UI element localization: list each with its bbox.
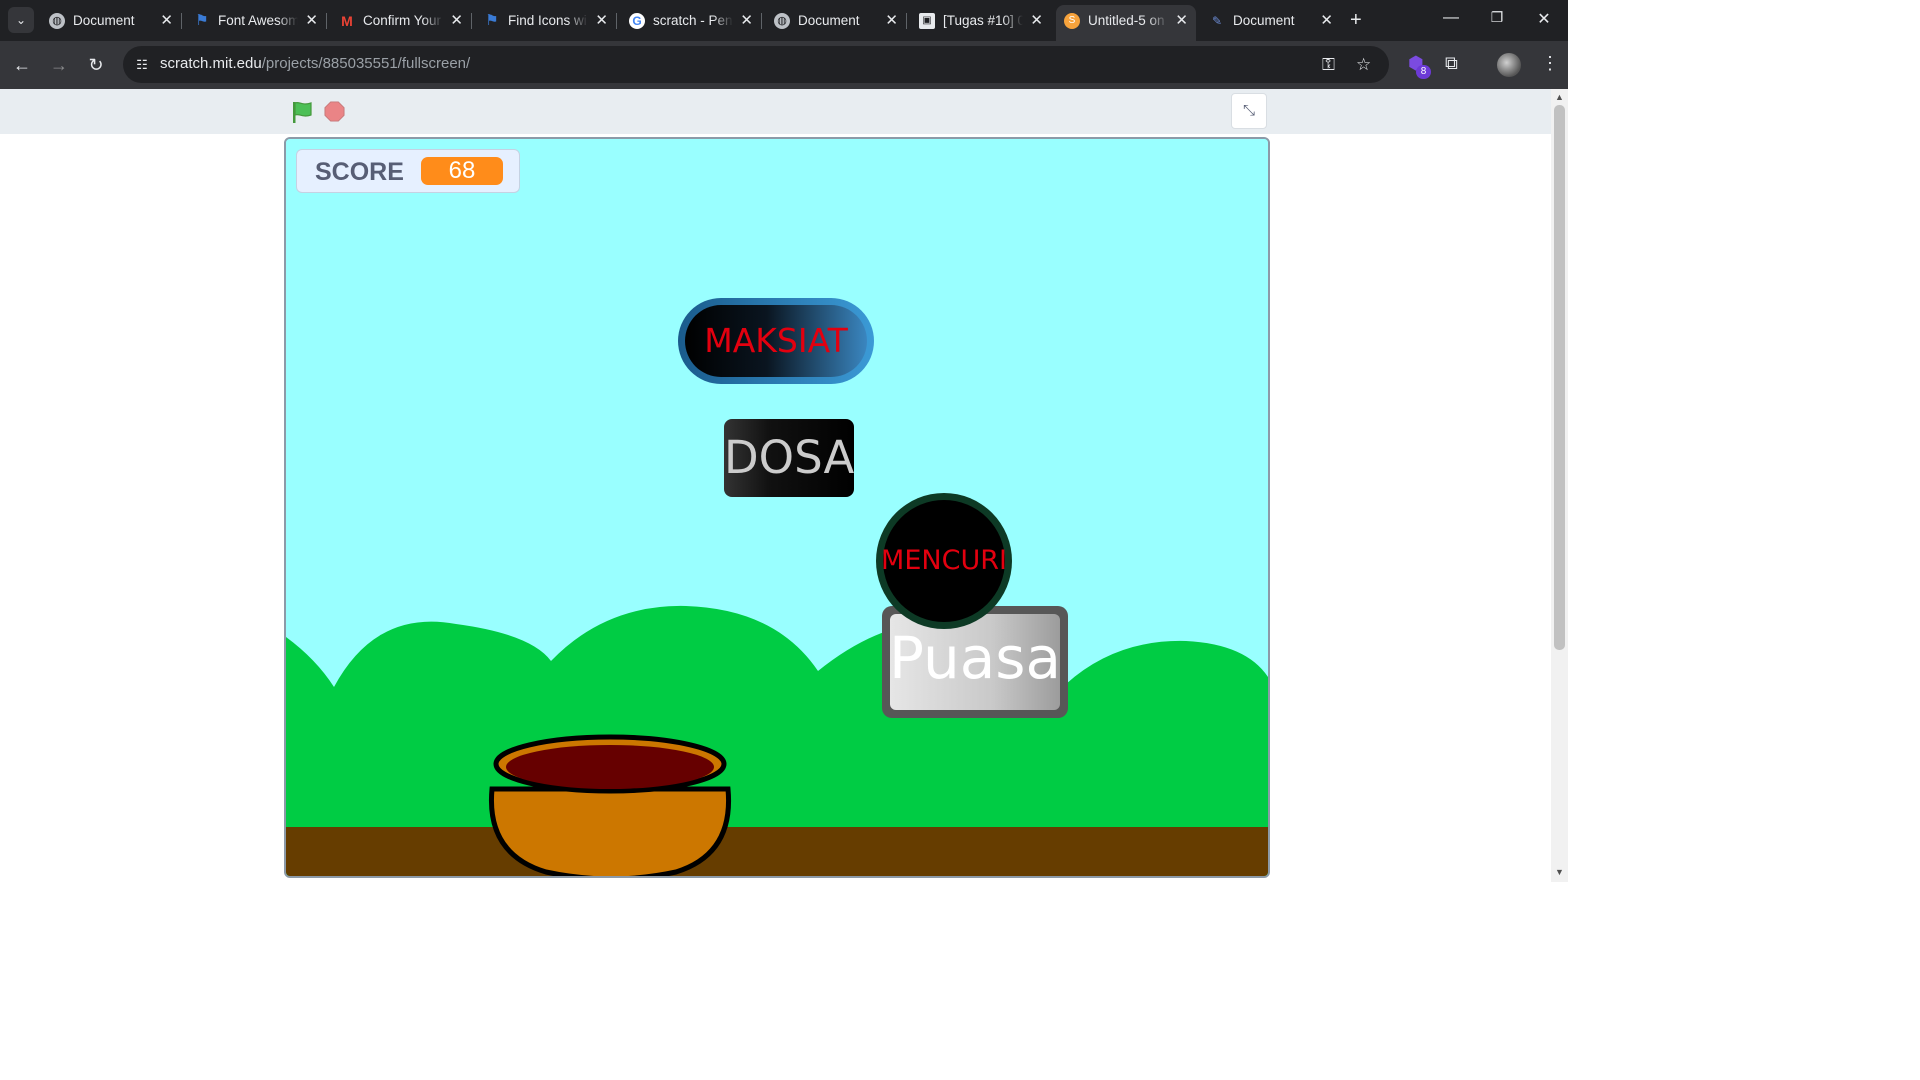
stage-backdrop bbox=[286, 139, 1268, 876]
unfullscreen-icon: ⤡ bbox=[1242, 102, 1255, 119]
extension-badge: 8 bbox=[1416, 65, 1431, 79]
close-icon[interactable]: ✕ bbox=[885, 11, 898, 29]
new-tab-button[interactable]: + bbox=[1350, 9, 1362, 31]
tab-separator bbox=[181, 13, 182, 29]
minimize-button[interactable]: — bbox=[1439, 9, 1463, 27]
sprite-dosa[interactable]: DOSA bbox=[724, 419, 854, 497]
back-button[interactable]: ← bbox=[11, 54, 33, 76]
address-bar[interactable]: ☷ scratch.mit.edu/projects/885035551/ful… bbox=[123, 46, 1389, 83]
tab-document-2[interactable]: ◍ Document ✕ bbox=[766, 5, 907, 36]
tab-separator bbox=[761, 13, 762, 29]
stop-sign-icon[interactable] bbox=[324, 101, 345, 122]
close-icon[interactable]: ✕ bbox=[305, 11, 318, 29]
tab-find-icons[interactable]: ⚑ Find Icons wi ✕ bbox=[476, 5, 617, 36]
close-icon[interactable]: ✕ bbox=[595, 11, 608, 29]
site-info-icon[interactable]: ☷ bbox=[133, 56, 151, 74]
tab-separator bbox=[906, 13, 907, 29]
url-text[interactable]: scratch.mit.edu/projects/885035551/fulls… bbox=[160, 55, 470, 72]
password-key-icon[interactable]: ⚿ bbox=[1322, 55, 1335, 75]
sprite-maksiat[interactable]: MAKSIAT bbox=[678, 298, 874, 384]
green-flag-icon[interactable] bbox=[290, 100, 314, 124]
flag-icon: ⚑ bbox=[485, 12, 499, 29]
score-monitor[interactable]: SCORE 68 bbox=[296, 149, 520, 193]
close-icon[interactable]: ✕ bbox=[160, 11, 173, 29]
globe-icon: ◍ bbox=[49, 13, 65, 29]
classroom-icon: ▣ bbox=[919, 13, 935, 29]
scroll-thumb[interactable] bbox=[1554, 105, 1565, 650]
flag-icon: ⚑ bbox=[195, 12, 209, 29]
close-window-button[interactable]: ✕ bbox=[1532, 9, 1556, 29]
globe-icon: ◍ bbox=[774, 13, 790, 29]
scratch-fullscreen-page: ⤡ SCORE 68 MAKSIAT DOSA Puasa MENCURI bbox=[0, 89, 1551, 882]
sprite-bowl[interactable] bbox=[486, 734, 736, 878]
tab-document-3[interactable]: ✎ Document ✕ bbox=[1201, 5, 1341, 36]
stage-controls-bar: ⤡ bbox=[0, 89, 1551, 134]
tab-strip: ⌄ ◍ Document ✕ ⚑ Font Awesome ✕ M Confir… bbox=[0, 0, 1568, 41]
sprite-dosa-label: DOSA bbox=[724, 431, 855, 484]
close-icon[interactable]: ✕ bbox=[1030, 11, 1043, 29]
sprite-mencuri[interactable]: MENCURI bbox=[876, 493, 1012, 629]
close-icon[interactable]: ✕ bbox=[1320, 11, 1333, 29]
scratch-icon: S bbox=[1064, 13, 1080, 29]
tab-separator bbox=[616, 13, 617, 29]
extensions-puzzle-icon[interactable]: ⧉ bbox=[1445, 53, 1458, 74]
document-icon: ✎ bbox=[1211, 14, 1223, 28]
tab-separator bbox=[326, 13, 327, 29]
sprite-mencuri-label: MENCURI bbox=[881, 545, 1007, 576]
scroll-up-arrow[interactable]: ▲ bbox=[1551, 92, 1568, 102]
bookmark-star-icon[interactable]: ☆ bbox=[1356, 55, 1371, 75]
stage[interactable]: SCORE 68 MAKSIAT DOSA Puasa MENCURI bbox=[284, 137, 1270, 878]
menu-kebab-icon[interactable]: ⋮ bbox=[1541, 53, 1559, 74]
score-value: 68 bbox=[421, 157, 503, 185]
page-scrollbar[interactable]: ▲ ▼ bbox=[1551, 89, 1568, 882]
forward-button[interactable]: → bbox=[48, 54, 70, 76]
restore-button[interactable]: ❐ bbox=[1485, 9, 1509, 26]
scroll-down-arrow[interactable]: ▼ bbox=[1551, 867, 1568, 877]
close-icon[interactable]: ✕ bbox=[740, 11, 753, 29]
tab-search-button[interactable]: ⌄ bbox=[8, 7, 34, 33]
profile-avatar[interactable] bbox=[1497, 53, 1521, 77]
url-host: scratch.mit.edu bbox=[160, 55, 262, 72]
tab-separator bbox=[471, 13, 472, 29]
tab-google-search[interactable]: G scratch - Pen ✕ bbox=[621, 5, 762, 36]
sprite-maksiat-label: MAKSIAT bbox=[704, 321, 848, 360]
gmail-icon: M bbox=[341, 13, 353, 29]
browser-toolbar: ← → ↻ ☷ scratch.mit.edu/projects/8850355… bbox=[0, 41, 1568, 89]
close-icon[interactable]: ✕ bbox=[1175, 11, 1188, 29]
tab-document-1[interactable]: ◍ Document ✕ bbox=[41, 5, 182, 36]
tab-scratch-active[interactable]: S Untitled-5 on ✕ bbox=[1056, 5, 1196, 41]
tab-font-awesome[interactable]: ⚑ Font Awesome ✕ bbox=[186, 5, 327, 36]
score-label: SCORE bbox=[315, 158, 404, 186]
close-icon[interactable]: ✕ bbox=[450, 11, 463, 29]
tab-gmail[interactable]: M Confirm Your ✕ bbox=[331, 5, 472, 36]
tab-classroom[interactable]: ▣ [Tugas #10] 0 ✕ bbox=[911, 5, 1051, 36]
brown-ground bbox=[286, 827, 1268, 876]
reload-button[interactable]: ↻ bbox=[85, 54, 107, 76]
url-path: /projects/885035551/fullscreen/ bbox=[261, 55, 471, 72]
google-icon: G bbox=[629, 13, 645, 29]
exit-fullscreen-button[interactable]: ⤡ bbox=[1231, 93, 1267, 129]
